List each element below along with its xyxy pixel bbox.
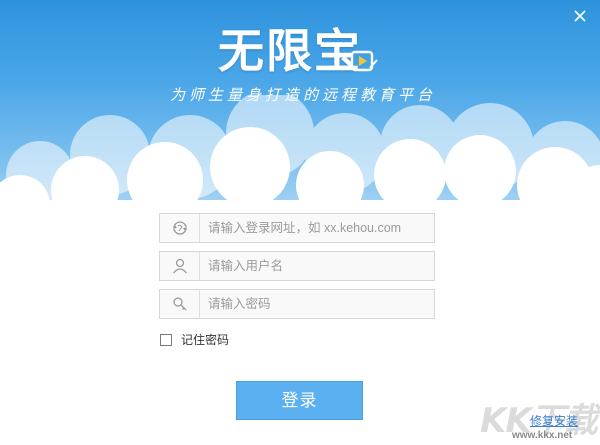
remember-label: 记住密码 — [181, 333, 230, 347]
refresh-globe-icon — [160, 214, 200, 242]
app-slogan: 为师生量身打造的远程教育平台 — [170, 86, 437, 104]
password-field[interactable] — [159, 289, 435, 319]
username-input[interactable] — [208, 253, 434, 279]
key-icon — [160, 290, 200, 318]
play-pencil-icon — [350, 50, 378, 72]
remember-checkbox[interactable] — [160, 333, 172, 346]
close-icon[interactable] — [570, 6, 590, 26]
username-field[interactable] — [159, 251, 435, 281]
watermark-url: www.kkx.net — [512, 430, 573, 441]
repair-install-link[interactable]: 修复安装 — [530, 412, 578, 429]
login-window: 无限宝 为师生量身打造的远程教育平台 请输入登录网址，如 xx.kehou.co… — [0, 0, 600, 445]
user-icon — [160, 252, 200, 280]
password-input[interactable] — [208, 291, 434, 317]
login-button[interactable]: 登录 — [236, 381, 363, 420]
remember-password[interactable]: 记住密码 — [160, 331, 229, 348]
url-input[interactable] — [208, 215, 434, 241]
url-field[interactable] — [159, 213, 435, 243]
